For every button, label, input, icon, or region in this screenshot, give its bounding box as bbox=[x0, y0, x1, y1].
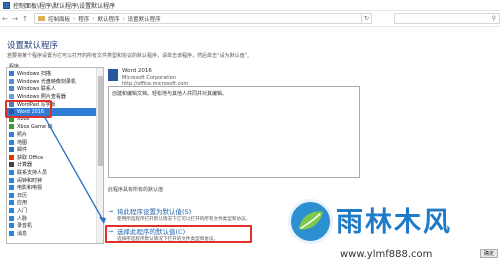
annotation-arrowhead-icon bbox=[99, 217, 106, 224]
watermark: 雨林木风 www.ylmf888.com bbox=[288, 196, 500, 266]
watermark-url: www.ylmf888.com bbox=[340, 249, 433, 260]
watermark-brand: 雨林木风 bbox=[336, 207, 452, 238]
annotation-arrow-line bbox=[43, 115, 105, 223]
watermark-leaf-logo-icon bbox=[288, 199, 333, 244]
